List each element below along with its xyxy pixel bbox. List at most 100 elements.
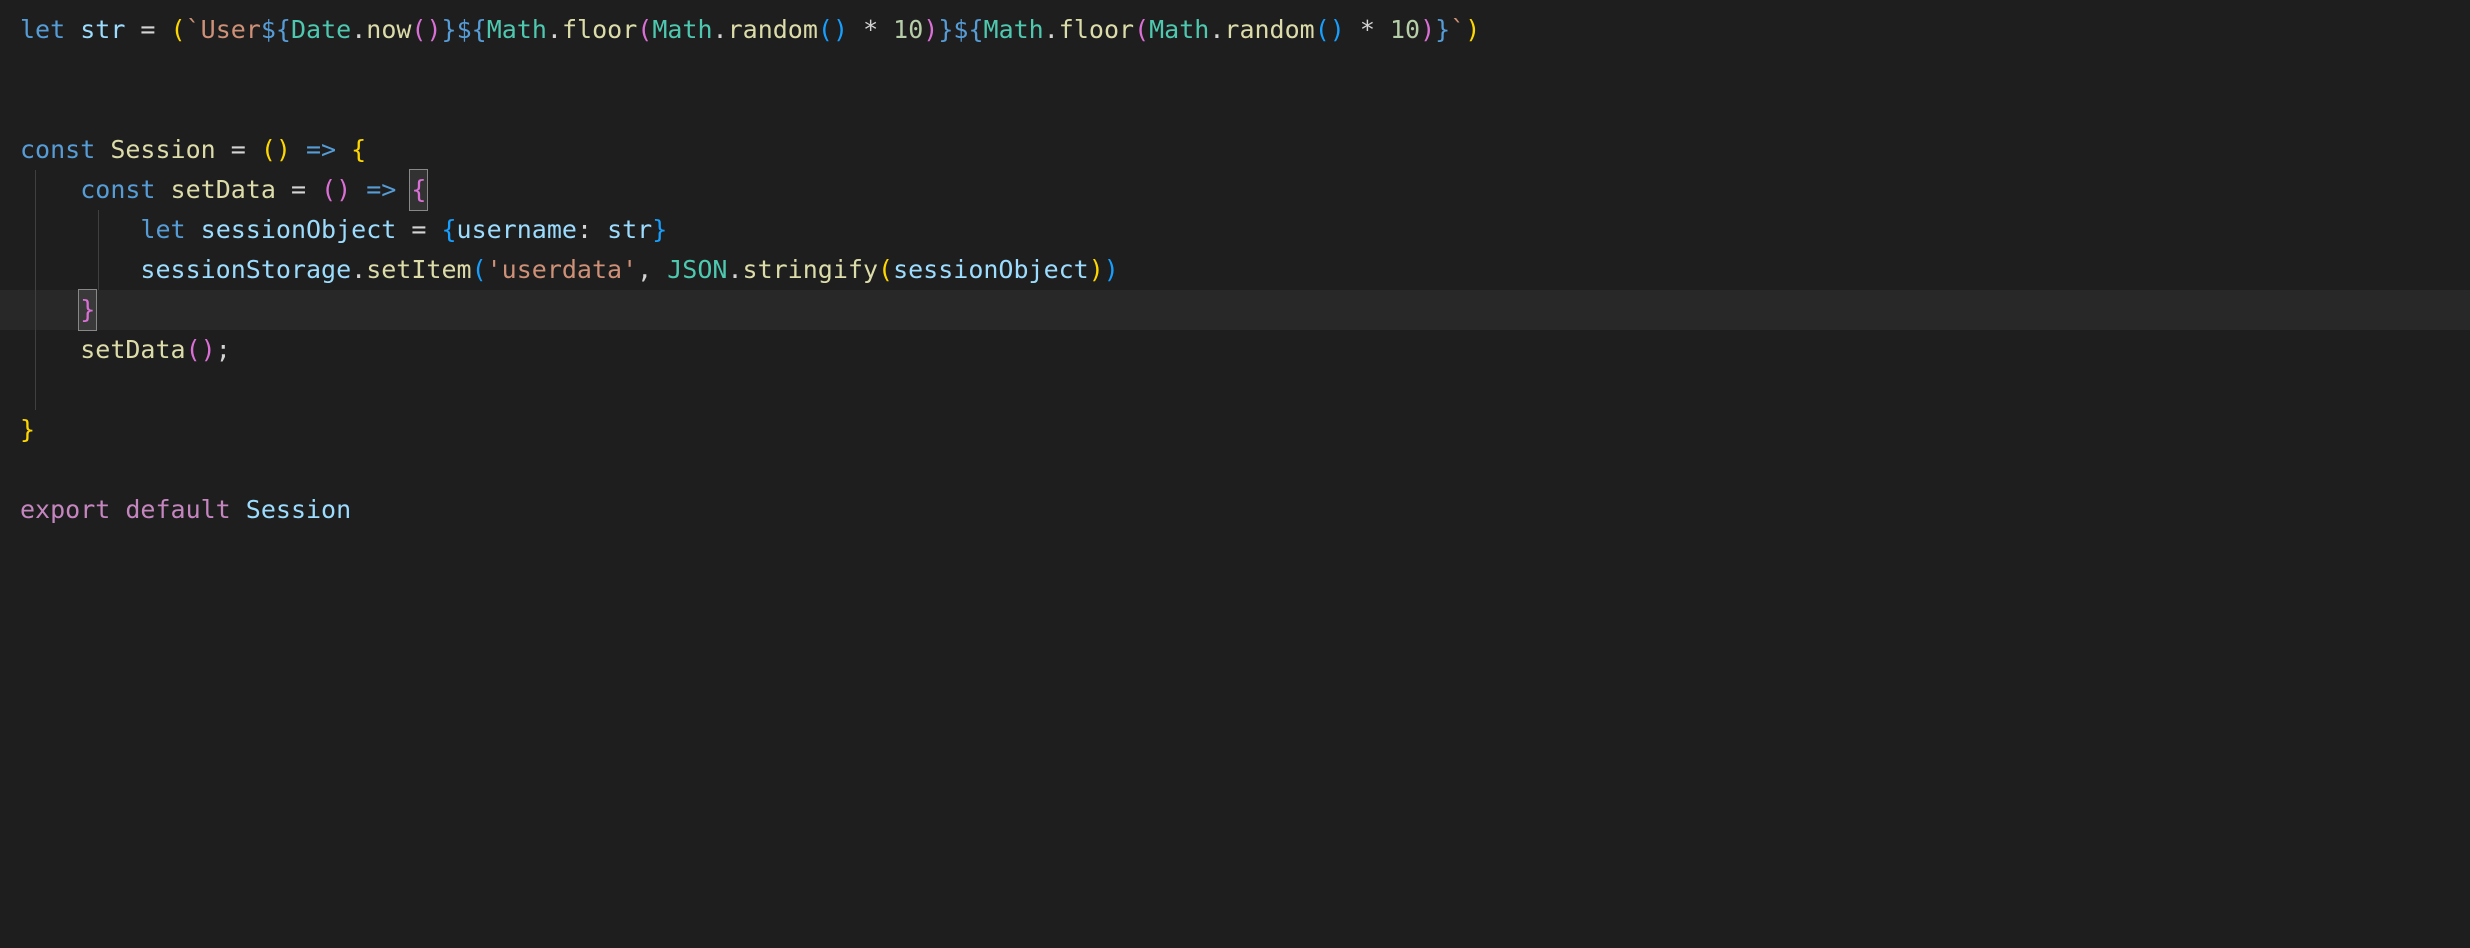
paren-open: (	[637, 10, 652, 50]
indent-guide	[35, 330, 36, 370]
template-expr-close: }	[938, 10, 953, 50]
comma: ,	[637, 250, 667, 290]
code-line-empty[interactable]	[0, 450, 2470, 490]
fn-setdata: setData	[80, 330, 185, 370]
class-math: Math	[984, 10, 1044, 50]
const-setdata: setData	[171, 170, 276, 210]
brace-open-matched: {	[409, 169, 428, 211]
arrow: =>	[351, 170, 411, 210]
template-expr-open: ${	[261, 10, 291, 50]
code-line[interactable]: }	[0, 410, 2470, 450]
paren-close: )	[1465, 10, 1480, 50]
fn-random: random	[1224, 10, 1314, 50]
colon: :	[577, 210, 592, 250]
indent	[20, 330, 80, 370]
parens: ()	[186, 330, 216, 370]
template-expr-close: }	[1435, 10, 1450, 50]
multiply: *	[1345, 10, 1390, 50]
semicolon: ;	[216, 330, 231, 370]
code-line[interactable]: sessionStorage.setItem('userdata', JSON.…	[0, 250, 2470, 290]
indent	[20, 290, 80, 330]
code-line[interactable]: let sessionObject = {username: str}	[0, 210, 2470, 250]
variable-sessionobject: sessionObject	[893, 250, 1089, 290]
paren-open: (	[878, 250, 893, 290]
fn-floor: floor	[562, 10, 637, 50]
paren-close: )	[1420, 10, 1435, 50]
brace-close: }	[20, 410, 35, 450]
fn-now: now	[366, 10, 411, 50]
indent-guide	[98, 210, 99, 250]
keyword-const: const	[20, 130, 95, 170]
parens: ()	[1315, 10, 1345, 50]
dot: .	[713, 10, 728, 50]
class-json: JSON	[667, 250, 727, 290]
indent	[20, 170, 80, 210]
dot: .	[1044, 10, 1059, 50]
paren-close: )	[923, 10, 938, 50]
brace-close: }	[652, 210, 667, 250]
keyword-const: const	[80, 170, 155, 210]
fn-stringify: stringify	[743, 250, 878, 290]
keyword-export: export	[20, 490, 110, 530]
class-math: Math	[1149, 10, 1209, 50]
fn-floor: floor	[1059, 10, 1134, 50]
number: 10	[1390, 10, 1420, 50]
template-expr-open: ${	[953, 10, 983, 50]
identifier-session: Session	[246, 490, 351, 530]
variable-sessionstorage: sessionStorage	[140, 250, 351, 290]
indent-guide	[35, 370, 36, 410]
class-math: Math	[652, 10, 712, 50]
dot: .	[1209, 10, 1224, 50]
dot: .	[727, 250, 742, 290]
backtick: `	[186, 10, 201, 50]
code-line-empty[interactable]	[0, 370, 2470, 410]
equals: =	[276, 170, 321, 210]
indent-guide	[35, 210, 36, 250]
prop-username: username	[457, 210, 577, 250]
parens: ()	[411, 10, 441, 50]
paren-close: )	[1089, 250, 1104, 290]
variable-sessionobject: sessionObject	[201, 210, 397, 250]
keyword-default: default	[125, 490, 230, 530]
indent	[20, 210, 140, 250]
code-line-active[interactable]: }	[0, 290, 2470, 330]
keyword-let: let	[140, 210, 185, 250]
indent	[20, 250, 140, 290]
parens: ()	[261, 130, 291, 170]
number: 10	[893, 10, 923, 50]
dot: .	[351, 250, 366, 290]
string-userdata: 'userdata'	[487, 250, 638, 290]
paren-close: )	[1104, 250, 1119, 290]
paren-open: (	[472, 250, 487, 290]
code-editor[interactable]: let str = (`User${Date.now()}${Math.floo…	[0, 10, 2470, 530]
template-expr-close: }	[442, 10, 457, 50]
code-line[interactable]: let str = (`User${Date.now()}${Math.floo…	[0, 10, 2470, 50]
fn-random: random	[728, 10, 818, 50]
class-math: Math	[487, 10, 547, 50]
parens: ()	[818, 10, 848, 50]
multiply: *	[848, 10, 893, 50]
dot: .	[547, 10, 562, 50]
brace-open: {	[441, 210, 456, 250]
const-session: Session	[110, 130, 215, 170]
keyword-let: let	[20, 10, 65, 50]
equals: =	[216, 130, 261, 170]
indent-guide	[35, 170, 36, 210]
variable-str: str	[607, 210, 652, 250]
space	[592, 210, 607, 250]
template-expr-open: ${	[457, 10, 487, 50]
code-line-empty[interactable]	[0, 50, 2470, 90]
brace-open: {	[351, 130, 366, 170]
class-date: Date	[291, 10, 351, 50]
string-text: User	[201, 10, 261, 50]
paren-open: (	[1134, 10, 1149, 50]
code-line[interactable]: setData();	[0, 330, 2470, 370]
code-line-empty[interactable]	[0, 90, 2470, 130]
code-line[interactable]: const setData = () => {	[0, 170, 2470, 210]
indent-guide	[35, 250, 36, 290]
code-line[interactable]: export default Session	[0, 490, 2470, 530]
equals: =	[125, 10, 170, 50]
backtick: `	[1450, 10, 1465, 50]
variable-str: str	[80, 10, 125, 50]
code-line[interactable]: const Session = () => {	[0, 130, 2470, 170]
